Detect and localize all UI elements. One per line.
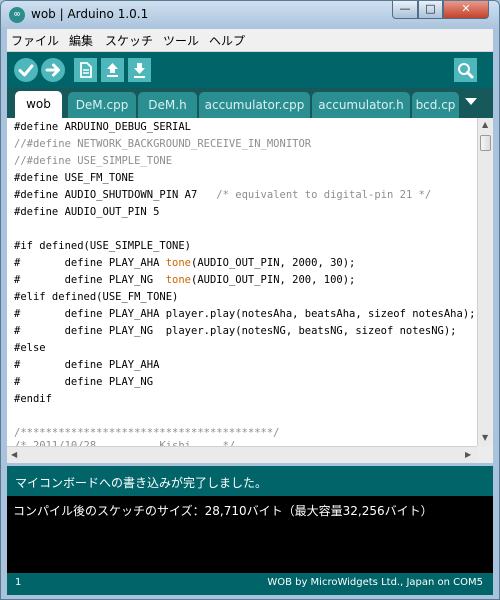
arduino-window: ∞ wob | Arduino 1.0.1 — □ ✕ ファイル 編集 スケッチ… xyxy=(0,0,500,600)
code-line: # define PLAY_NG tone(AUDIO_OUT_PIN, 200… xyxy=(14,272,355,289)
scrollbar-thumb[interactable] xyxy=(480,135,491,151)
menu-help[interactable]: ヘルプ xyxy=(209,32,245,49)
menu-bar: ファイル 編集 スケッチ ツール ヘルプ xyxy=(7,29,493,52)
new-icon xyxy=(80,62,92,78)
code-editor[interactable]: #define ARDUINO_DEBUG_SERIAL //#define N… xyxy=(7,118,477,446)
console-text: コンパイル後のスケッチのサイズ：28,710バイト（最大容量32,256バイト） xyxy=(13,504,433,518)
code-line: /* 2011/10/28 ... ... Kishi ... */ xyxy=(14,440,236,446)
code-line: #define ARDUINO_DEBUG_SERIAL xyxy=(14,121,192,133)
code-line: # define PLAY_NG xyxy=(14,376,154,388)
code-function: tone xyxy=(165,257,192,269)
title-bar[interactable]: ∞ wob | Arduino 1.0.1 — □ ✕ xyxy=(1,1,499,29)
code-line: #define AUDIO_SHUTDOWN_PIN A7 /* equival… xyxy=(14,187,431,204)
chevron-down-icon xyxy=(465,98,477,105)
code-line: #endif xyxy=(14,393,52,405)
code-text: (AUDIO_OUT_PIN, 200, 100); xyxy=(191,274,356,286)
toolbar xyxy=(7,52,493,88)
code-line: //#define USE_SIMPLE_TONE xyxy=(14,155,173,167)
code-text: #define AUDIO_SHUTDOWN_PIN A7 xyxy=(14,189,217,201)
code-comment: /* equivalent to digital-pin 21 */ xyxy=(216,189,432,201)
code-line: //#define NETWORK_BACKGROUND_RECEIVE_IN_… xyxy=(14,138,312,150)
status-bar: マイコンボードへの書き込みが完了しました。 xyxy=(7,466,493,496)
menu-sketch[interactable]: スケッチ xyxy=(105,32,153,49)
save-button[interactable] xyxy=(128,58,151,82)
board-info: WOB by MicroWidgets Ltd., Japan on COM5 xyxy=(267,577,483,588)
menu-tools[interactable]: ツール xyxy=(163,32,199,49)
tab-bar: wob DeM.cpp DeM.h accumulator.cpp accumu… xyxy=(7,88,493,118)
scrollbar-corner xyxy=(477,446,493,463)
menu-file[interactable]: ファイル xyxy=(11,32,59,49)
scroll-right-icon[interactable]: ▶ xyxy=(465,450,471,459)
verify-icon xyxy=(18,64,34,77)
console-output[interactable]: コンパイル後のスケッチのサイズ：28,710バイト（最大容量32,256バイト） xyxy=(7,496,493,573)
code-text: (AUDIO_OUT_PIN, 2000, 30); xyxy=(191,257,356,269)
code-line: #else xyxy=(14,342,46,354)
code-line: # define PLAY_AHA player.play(notesAha, … xyxy=(14,308,476,320)
tab-wob[interactable]: wob xyxy=(15,91,62,118)
scroll-left-icon[interactable]: ◀ xyxy=(11,450,17,459)
open-button[interactable] xyxy=(101,58,124,82)
tab-menu-button[interactable] xyxy=(459,92,483,110)
code-text: # define PLAY_NG xyxy=(14,274,166,286)
tab-dem-cpp[interactable]: DeM.cpp xyxy=(68,92,136,118)
save-icon xyxy=(134,63,145,78)
upload-button[interactable] xyxy=(41,58,65,82)
open-icon xyxy=(107,63,118,77)
scroll-up-icon[interactable]: ▲ xyxy=(482,120,488,129)
tab-dem-h[interactable]: DeM.h xyxy=(138,92,197,118)
serial-monitor-icon xyxy=(458,63,474,79)
arduino-logo-icon: ∞ xyxy=(9,7,25,23)
tab-bcd-cpp[interactable]: bcd.cp xyxy=(412,92,459,118)
menu-edit[interactable]: 編集 xyxy=(69,32,93,49)
upload-icon xyxy=(45,63,60,77)
code-line: #define USE_FM_TONE xyxy=(14,172,135,184)
minimize-button[interactable]: — xyxy=(392,1,418,19)
vertical-scrollbar[interactable]: ▲ ▼ xyxy=(477,118,493,446)
status-message: マイコンボードへの書き込みが完了しました。 xyxy=(15,476,268,490)
window-title: wob | Arduino 1.0.1 xyxy=(31,7,149,21)
code-line: # define PLAY_AHA tone(AUDIO_OUT_PIN, 20… xyxy=(14,255,355,272)
code-text: # define PLAY_AHA xyxy=(14,257,166,269)
verify-button[interactable] xyxy=(14,58,38,82)
close-button[interactable]: ✕ xyxy=(443,1,489,19)
code-line: # define PLAY_AHA xyxy=(14,359,160,371)
code-line: #if defined(USE_SIMPLE_TONE) xyxy=(14,240,192,252)
new-button[interactable] xyxy=(74,58,97,82)
tab-accumulator-cpp[interactable]: accumulator.cpp xyxy=(199,92,310,118)
code-line: #define AUDIO_OUT_PIN 5 xyxy=(14,206,160,218)
line-number: 1 xyxy=(15,577,22,588)
code-line: # define PLAY_NG player.play(notesNG, be… xyxy=(14,325,457,337)
serial-monitor-button[interactable] xyxy=(454,58,477,82)
tab-accumulator-h[interactable]: accumulator.h xyxy=(312,92,410,118)
horizontal-scrollbar[interactable]: ◀ ▶ xyxy=(7,446,477,463)
code-line: #elif defined(USE_FM_TONE) xyxy=(14,291,179,303)
code-function: tone xyxy=(165,274,192,286)
scroll-down-icon[interactable]: ▼ xyxy=(482,433,488,442)
footer-bar: 1 WOB by MicroWidgets Ltd., Japan on COM… xyxy=(7,573,493,595)
maximize-button[interactable]: □ xyxy=(418,1,443,19)
